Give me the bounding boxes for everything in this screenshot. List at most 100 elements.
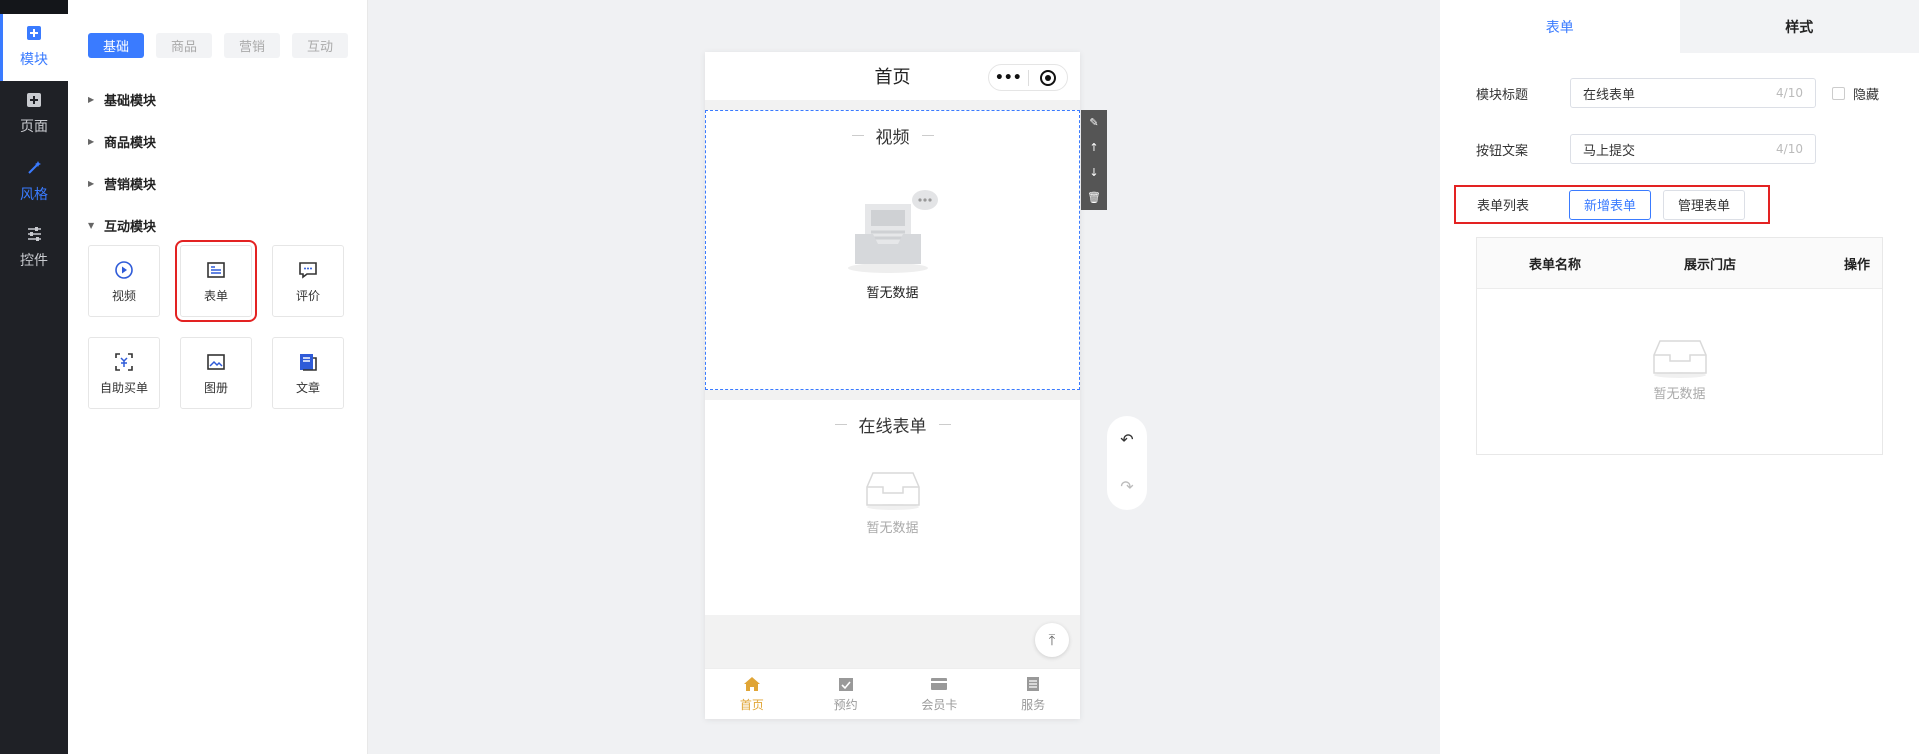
module-tabs: 基础 商品 营销 互动 [88, 33, 348, 58]
card-icon [931, 677, 948, 690]
close-target-icon[interactable] [1029, 69, 1068, 86]
form-icon [207, 261, 225, 278]
module-review[interactable]: 评价 [272, 245, 344, 317]
tabbar-item-booking[interactable]: 预约 [799, 669, 893, 719]
empty-text: 暂无数据 [866, 521, 919, 536]
column-header: 表单名称 [1529, 257, 1582, 273]
form-block-title: 在线表单 [705, 412, 1080, 437]
tab-form[interactable]: 表单 [1440, 0, 1680, 53]
undo-icon[interactable]: ↶ [1120, 430, 1133, 449]
tabbar-label: 预约 [833, 697, 858, 712]
button-text-input[interactable]: 马上提交 4/10 [1570, 134, 1816, 164]
tabbar-item-home[interactable]: 首页 [705, 669, 799, 719]
button-text-row: 按钮文案 马上提交 4/10 [1476, 134, 1816, 164]
list-icon [1027, 676, 1040, 691]
nav-item-page[interactable]: 页面 [0, 81, 68, 148]
empty-illustration [706, 186, 1079, 276]
module-label: 自助买单 [99, 380, 148, 395]
nav-item-controls[interactable]: 控件 [0, 215, 68, 282]
tab-style[interactable]: 样式 [1679, 0, 1919, 53]
tabbar-label: 会员卡 [921, 697, 958, 712]
form-table: 表单名称 展示门店 操作 暂无数据 [1476, 237, 1883, 455]
tabbar-item-member-card[interactable]: 会员卡 [893, 669, 987, 719]
settings-tabs: 表单 样式 [1440, 0, 1919, 53]
redo-icon[interactable]: ↷ [1120, 477, 1133, 496]
group-marketing[interactable]: ▶ 营销模块 [88, 162, 156, 204]
group-goods[interactable]: ▶ 商品模块 [88, 120, 156, 162]
tabbar-item-service[interactable]: 服务 [986, 669, 1080, 719]
nav-item-label: 模块 [20, 52, 48, 68]
module-album[interactable]: 图册 [180, 337, 252, 409]
back-to-top-button[interactable]: ⤒ [1035, 623, 1069, 657]
nav-item-label: 风格 [20, 186, 48, 203]
module-label: 文章 [295, 380, 320, 395]
char-count: 4/10 [1776, 142, 1803, 156]
move-down-icon[interactable]: ↓ [1089, 166, 1098, 179]
move-up-icon[interactable]: ↑ [1089, 141, 1098, 154]
empty-text: 暂无数据 [866, 286, 919, 301]
plus-square-icon [27, 93, 41, 110]
magic-wand-icon [27, 160, 42, 178]
group-label: 互动模块 [104, 219, 157, 235]
empty-inbox-icon [847, 190, 938, 273]
delete-icon[interactable]: 🗑 [1087, 191, 1101, 204]
caret-right-icon: ▶ [88, 94, 95, 104]
module-label: 图册 [203, 380, 228, 395]
home-icon [743, 676, 760, 691]
phone-tabbar: 首页 预约 会员卡 服务 [705, 668, 1080, 719]
hide-checkbox[interactable]: 隐藏 [1832, 84, 1879, 103]
video-block-title: 视频 [706, 123, 1079, 148]
module-article[interactable]: 文章 [272, 337, 344, 409]
module-video[interactable]: 视频 [88, 245, 160, 317]
group-label: 营销模块 [104, 177, 157, 193]
page-title: 首页 [874, 67, 911, 88]
left-nav: 模块 页面 风格 控件 [0, 0, 68, 754]
module-title-input[interactable]: 在线表单 4/10 [1570, 78, 1816, 108]
nav-item-label: 控件 [20, 253, 48, 269]
empty-box-icon [865, 472, 920, 510]
nav-item-label: 页面 [20, 119, 48, 135]
module-title-row: 模块标题 在线表单 4/10 隐藏 [1476, 78, 1879, 108]
group-label: 基础模块 [104, 93, 157, 109]
form-block[interactable]: 在线表单 暂无数据 [705, 400, 1080, 615]
column-header: 操作 [1843, 257, 1870, 273]
play-circle-icon [115, 260, 133, 279]
scan-pay-icon [115, 352, 133, 371]
edit-icon[interactable]: ✎ [1089, 116, 1098, 129]
table-header: 表单名称 展示门店 操作 [1477, 238, 1882, 289]
module-grid: 视频 表单 评价 自助买单 图册 文章 [88, 240, 344, 409]
module-title-label: 模块标题 [1476, 87, 1529, 103]
checkbox-box [1832, 86, 1845, 100]
module-self-pay[interactable]: 自助买单 [88, 337, 160, 409]
tab-marketing[interactable]: 营销 [224, 33, 280, 58]
module-label: 表单 [203, 288, 228, 303]
add-form-button[interactable]: 新增表单 [1569, 189, 1652, 220]
group-basic[interactable]: ▶ 基础模块 [88, 78, 156, 120]
comment-icon [299, 261, 317, 279]
album-icon [207, 353, 225, 370]
manage-form-button[interactable]: 管理表单 [1663, 189, 1746, 220]
more-icon[interactable]: ••• [989, 70, 1028, 86]
settings-panel: 表单 样式 模块标题 在线表单 4/10 隐藏 按钮文案 马上提交 4/10 表… [1440, 0, 1919, 754]
tabbar-label: 服务 [1021, 697, 1046, 712]
group-interaction[interactable]: ▼ 互动模块 [88, 204, 156, 246]
tab-interaction[interactable]: 互动 [292, 33, 348, 58]
calendar-check-icon [838, 677, 853, 691]
module-form[interactable]: 表单 [175, 240, 257, 322]
video-block[interactable]: 视频 暂无数据 [705, 110, 1080, 390]
block-title-text: 视频 [875, 128, 910, 148]
char-count: 4/10 [1776, 86, 1803, 100]
module-label: 评价 [295, 288, 320, 303]
group-label: 商品模块 [104, 135, 157, 151]
button-text-label: 按钮文案 [1476, 143, 1529, 159]
caret-down-icon: ▼ [88, 220, 95, 230]
article-icon [300, 353, 317, 371]
nav-item-modules[interactable]: 模块 [0, 14, 68, 81]
tab-basic[interactable]: 基础 [88, 33, 144, 58]
tab-goods[interactable]: 商品 [156, 33, 212, 58]
phone-header: 首页 ••• [705, 52, 1080, 100]
table-empty: 暂无数据 [1477, 289, 1882, 402]
phone-preview: 首页 ••• 视频 暂无数据 在线表单 暂无数据 ⤒ 首页 预约 会员卡 服务 [705, 52, 1080, 719]
empty-text: 暂无数据 [1653, 387, 1706, 402]
nav-item-style[interactable]: 风格 [0, 148, 68, 215]
